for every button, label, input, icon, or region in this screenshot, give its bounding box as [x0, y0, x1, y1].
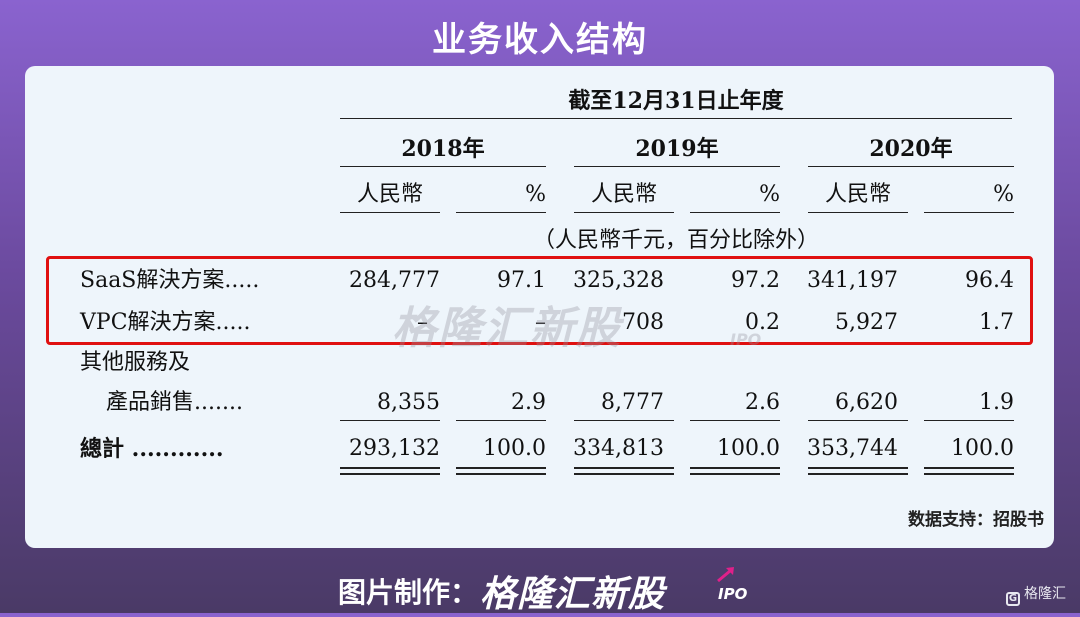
- cell: 1.9: [979, 390, 1014, 415]
- cell: 100.0: [951, 436, 1014, 461]
- cell: 334,813: [573, 436, 664, 461]
- row-label-total: 總計 ............: [80, 436, 224, 462]
- arrow-up-icon: [717, 567, 734, 583]
- page-title: 业务收入结构: [432, 20, 648, 60]
- year-underline-2020: [808, 166, 1014, 167]
- cell: 8,777: [601, 390, 664, 415]
- logo-icon: G: [1006, 592, 1020, 606]
- footer-brand: 格隆汇新股: [480, 574, 666, 615]
- footer-label: 图片制作：: [338, 576, 479, 609]
- year-2020: 2020年: [869, 136, 953, 162]
- unit-note: （人民幣千元，百分比除外）: [532, 228, 819, 253]
- currency-2019: 人民幣: [590, 182, 657, 207]
- currency-2018: 人民幣: [356, 182, 423, 207]
- percent-2018: %: [525, 182, 546, 207]
- cell: 2.9: [511, 390, 546, 415]
- year-2019: 2019年: [635, 136, 719, 162]
- percent-2019: %: [759, 182, 780, 207]
- period-underline: [340, 118, 1012, 119]
- year-underline-2019: [574, 166, 780, 167]
- watermark: 格隆汇新股: [392, 303, 622, 354]
- cell: 100.0: [483, 436, 546, 461]
- corner-logo-text: 格隆汇: [1024, 586, 1066, 602]
- period-header: 截至12月31日止年度: [568, 88, 784, 114]
- footer-ipo: IPO: [718, 585, 748, 603]
- cell: 293,132: [349, 436, 440, 461]
- currency-2020: 人民幣: [824, 182, 891, 207]
- row-label-other-line1: 其他服務及: [80, 350, 191, 375]
- corner-logo: G 格隆汇: [1006, 583, 1066, 606]
- watermark-ipo: IPO: [730, 330, 762, 349]
- source-note: 数据支持：招股书: [908, 510, 1044, 530]
- cell: 100.0: [717, 436, 780, 461]
- cell: 353,744: [807, 436, 898, 461]
- year-2018: 2018年: [401, 136, 485, 162]
- cell: 2.6: [745, 390, 780, 415]
- footer: 图片制作： 格隆汇新股 IPO G 格隆汇: [0, 563, 1080, 615]
- cell: 8,355: [377, 390, 440, 415]
- percent-2020: %: [993, 182, 1014, 207]
- cell: 6,620: [835, 390, 898, 415]
- row-label-other: 產品銷售.......: [106, 390, 243, 415]
- year-underline-2018: [340, 166, 546, 167]
